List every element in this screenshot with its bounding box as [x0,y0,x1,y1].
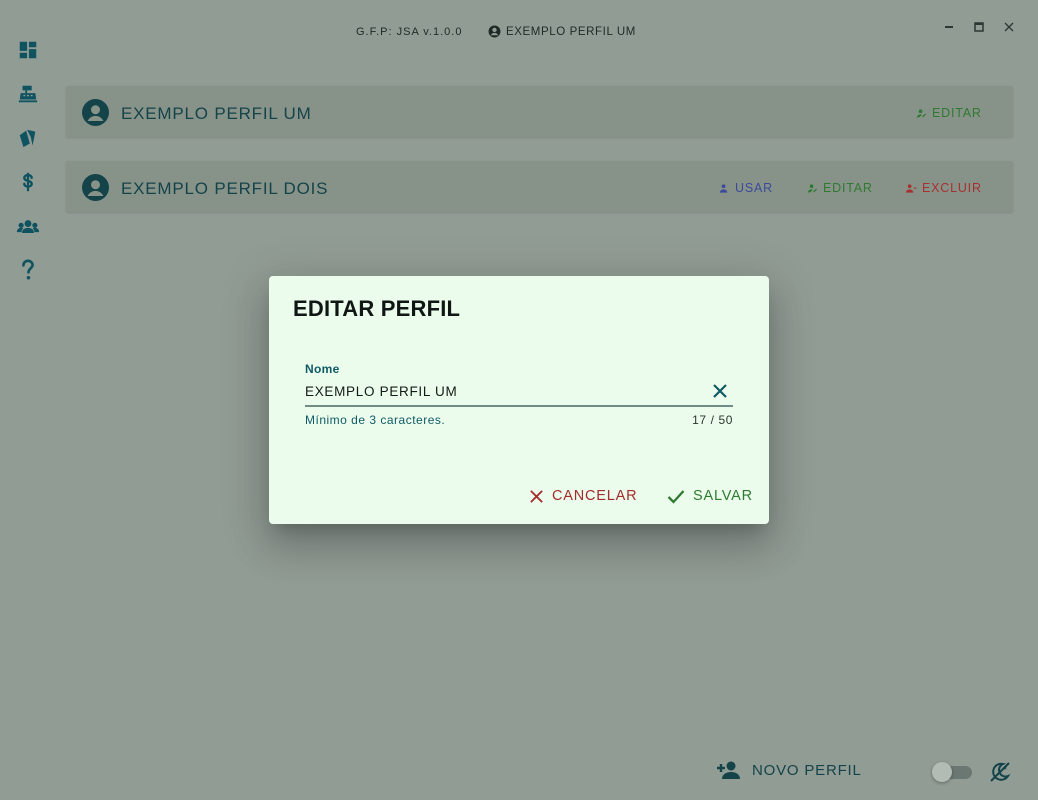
sidebar-item-dashboard[interactable] [16,38,40,62]
user-edit-icon [807,183,818,193]
delete-label: EXCLUIR [922,181,982,195]
use-profile-button[interactable]: USAR [719,181,773,195]
sidebar-item-cards[interactable] [16,126,40,150]
dialog-title: EDITAR PERFIL [293,296,461,321]
help-icon [22,259,34,280]
app-window: G.F.P: JSA v.1.0.0 EXEMPLO PERFIL UM EXE… [0,0,1038,800]
toggle-thumb [932,762,952,782]
theme-toggle[interactable] [932,762,972,782]
minimize-icon [945,26,953,28]
profile-name: EXEMPLO PERFIL DOIS [121,179,329,198]
sidebar-item-users[interactable] [16,215,40,239]
minimize-button[interactable] [940,18,958,36]
save-label: SALVAR [693,488,753,504]
field-hint: Mínimo de 3 caracteres. [305,413,446,427]
users-icon [16,220,40,233]
close-icon [1004,22,1014,32]
close-button[interactable] [1000,18,1018,36]
user-remove-icon [905,183,917,193]
maximize-button[interactable] [970,18,988,36]
name-input[interactable] [305,380,705,402]
edit-label: EDITAR [823,181,873,195]
user-circle-icon [488,25,501,38]
current-profile: EXEMPLO PERFIL UM [488,25,636,38]
clear-icon [713,384,727,398]
char-counter: 17 / 50 [692,413,733,427]
dark-mode-off-icon [990,762,1011,782]
add-user-icon [717,761,740,779]
current-profile-name: EXEMPLO PERFIL UM [506,25,636,38]
profile-card: EXEMPLO PERFIL UM EDITAR [66,86,1013,137]
sidebar-item-help[interactable] [16,258,40,282]
save-button[interactable]: SALVAR [667,488,753,504]
new-profile-label: NOVO PERFIL [752,761,862,779]
name-field-label: Nome [305,362,340,376]
title-bar: G.F.P: JSA v.1.0.0 EXEMPLO PERFIL UM [0,0,1038,60]
maximize-icon [974,22,984,32]
cancel-button[interactable]: CANCELAR [529,488,637,504]
edit-profile-button[interactable]: EDITAR [807,181,873,195]
edit-profile-dialog: EDITAR PERFIL Nome Mínimo de 3 caractere… [269,276,769,524]
dashboard-icon [19,41,37,59]
new-profile-button[interactable]: NOVO PERFIL [716,760,862,780]
edit-profile-button[interactable]: EDITAR [916,106,982,120]
delete-profile-button[interactable]: EXCLUIR [905,181,982,195]
cash-register-icon [18,85,38,103]
user-check-icon [719,183,728,193]
profile-card: EXEMPLO PERFIL DOIS USAR EDITAR EXCLUIR [66,161,1013,212]
sidebar-item-finance[interactable] [16,170,40,194]
input-underline [305,405,733,407]
cancel-label: CANCELAR [552,488,638,504]
profile-name: EXEMPLO PERFIL UM [121,104,312,123]
cards-icon [19,129,36,148]
edit-label: EDITAR [932,106,982,120]
use-label: USAR [735,181,773,195]
clear-input-button[interactable] [709,380,731,402]
user-circle-icon [82,174,109,201]
user-circle-icon [82,99,109,126]
user-edit-icon [916,108,927,118]
close-icon [530,489,543,503]
check-icon [667,489,685,504]
dollar-icon [23,172,33,192]
app-title: G.F.P: JSA v.1.0.0 [356,26,463,38]
sidebar-item-cash-register[interactable] [16,82,40,106]
